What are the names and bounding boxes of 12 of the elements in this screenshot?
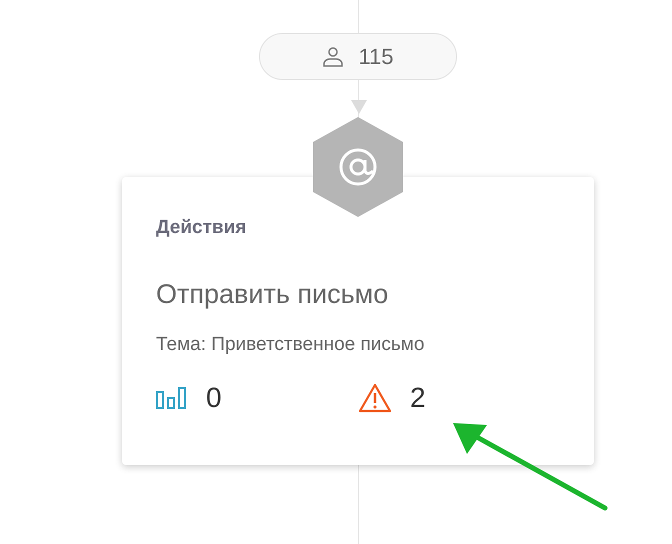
- stat-count: 0: [206, 382, 222, 414]
- audience-pill[interactable]: 115: [259, 33, 457, 80]
- card-subject: Тема: Приветственное письмо: [156, 334, 426, 356]
- bar-chart-icon: [156, 387, 188, 409]
- email-node-icon: [313, 117, 403, 217]
- warning-icon: [358, 383, 392, 413]
- person-icon: [322, 46, 344, 68]
- card-title: Отправить письмо: [156, 279, 390, 310]
- card-category: Действия: [156, 217, 248, 239]
- audience-count: 115: [358, 44, 394, 70]
- action-card[interactable]: Действия Отправить письмо Тема: Приветственное письмо 0 2: [122, 177, 594, 465]
- stat-count: 2: [410, 382, 426, 414]
